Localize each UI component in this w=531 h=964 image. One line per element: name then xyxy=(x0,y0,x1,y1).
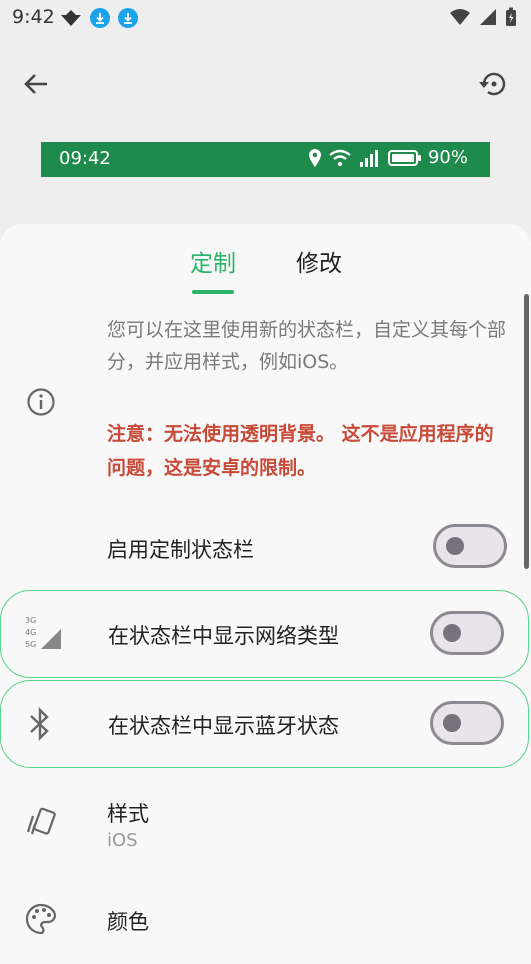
system-icons xyxy=(449,7,517,27)
color-row[interactable]: 颜色 xyxy=(0,894,531,942)
tab-modify[interactable]: 修改 xyxy=(296,244,342,278)
arrow-back-icon xyxy=(24,74,47,94)
warning-text: 注意：无法使用透明背景。 这不是应用程序的问题，这是安卓的限制。 xyxy=(107,423,494,479)
style-row[interactable]: 样式 iOS xyxy=(0,790,531,858)
show-bluetooth-status-toggle[interactable] xyxy=(430,701,504,745)
bluetooth-icon xyxy=(30,707,49,741)
enable-custom-statusbar-toggle[interactable] xyxy=(433,524,507,568)
app-bar xyxy=(0,56,531,112)
network-type-icon: 3G 4G 5G xyxy=(25,616,61,649)
show-network-type-row[interactable]: 3G 4G 5G 在状态栏中显示网络类型 xyxy=(0,590,529,678)
tab-customize[interactable]: 定制 xyxy=(190,244,236,278)
show-network-type-toggle[interactable] xyxy=(430,611,504,655)
signal-icon xyxy=(480,9,496,25)
preview-battery-percent: 90% xyxy=(427,147,468,168)
notification-icons xyxy=(60,8,138,28)
toggle-knob xyxy=(446,537,464,555)
enable-custom-statusbar-row[interactable]: 启用定制状态栏 xyxy=(0,522,531,574)
download-icon xyxy=(118,8,138,28)
svg-text:3G: 3G xyxy=(25,616,36,625)
location-icon xyxy=(308,148,321,167)
svg-text:5G: 5G xyxy=(25,640,36,649)
palette-icon xyxy=(25,903,57,935)
status-bar-preview: 09:42 90% xyxy=(41,142,490,177)
svg-text:4G: 4G xyxy=(25,628,36,637)
history-icon xyxy=(479,72,506,96)
preview-icons: 90% xyxy=(308,147,468,168)
style-icon xyxy=(26,807,56,835)
toggle-knob xyxy=(443,624,461,642)
back-button[interactable] xyxy=(16,64,56,104)
info-icon xyxy=(27,388,55,416)
toggle-knob xyxy=(443,714,461,732)
restore-button[interactable] xyxy=(473,64,513,104)
setting-label: 在状态栏中显示蓝牙状态 xyxy=(108,714,339,738)
settings-sheet: 定制 修改 您可以在这里使用新的状态栏，自定义其每个部分，并应用样式，例如iOS… xyxy=(0,224,531,964)
download-icon xyxy=(90,8,110,28)
signal-bars-icon xyxy=(359,149,378,167)
preview-time: 09:42 xyxy=(59,148,111,169)
status-time: 9:42 xyxy=(12,6,55,28)
setting-label: 在状态栏中显示网络类型 xyxy=(108,624,339,648)
info-description: 您可以在这里使用新的状态栏，自定义其每个部分，并应用样式，例如iOS。 xyxy=(107,319,507,373)
color-label: 颜色 xyxy=(107,910,149,934)
wifi-icon xyxy=(329,149,351,166)
setting-label: 启用定制状态栏 xyxy=(107,538,254,562)
status-bar: 9:42 xyxy=(0,0,531,36)
style-label: 样式 xyxy=(107,802,149,826)
app-notification-icon xyxy=(61,10,81,26)
battery-icon xyxy=(387,149,421,166)
wifi-icon xyxy=(450,9,470,25)
tab-indicator xyxy=(192,290,234,294)
battery-icon xyxy=(506,7,516,26)
style-value: iOS xyxy=(107,830,138,851)
show-bluetooth-status-row[interactable]: 在状态栏中显示蓝牙状态 xyxy=(0,680,529,768)
